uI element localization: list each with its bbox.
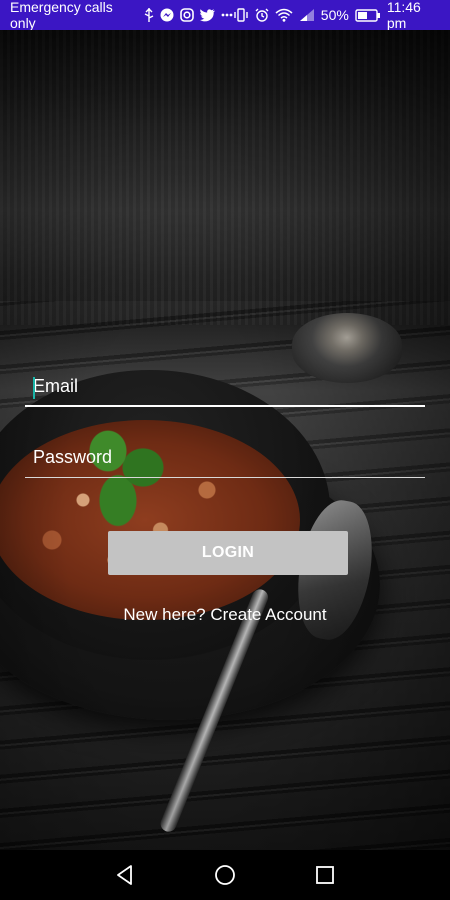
navigation-bar	[0, 850, 450, 900]
battery-percent: 50%	[320, 7, 349, 23]
wifi-icon	[275, 8, 293, 22]
status-time: 11:46 pm	[386, 0, 421, 31]
login-button[interactable]: LOGIN	[108, 531, 348, 575]
back-icon[interactable]	[105, 855, 145, 895]
create-account-link[interactable]: New here? Create Account	[0, 605, 450, 625]
email-field-container	[25, 367, 425, 407]
status-bar: Emergency calls only 50% 11:46 pm	[0, 0, 450, 31]
email-input[interactable]	[25, 367, 425, 405]
home-icon[interactable]	[205, 855, 245, 895]
alarm-icon	[255, 8, 269, 22]
status-right: 50% 11:46 pm	[233, 0, 440, 31]
status-left: Emergency calls only	[10, 0, 233, 31]
messenger-icon	[160, 8, 174, 22]
usb-icon	[144, 8, 154, 22]
carrier-text: Emergency calls only	[10, 0, 113, 31]
password-input[interactable]	[25, 438, 425, 477]
text-cursor	[33, 377, 35, 399]
battery-icon	[355, 8, 381, 22]
instagram-icon	[179, 8, 194, 22]
twitter-icon	[199, 8, 215, 22]
recents-icon[interactable]	[305, 855, 345, 895]
password-field-container	[25, 438, 425, 478]
signal-icon	[299, 8, 315, 22]
vibrate-icon	[233, 8, 249, 22]
more-dots-icon	[221, 8, 233, 22]
